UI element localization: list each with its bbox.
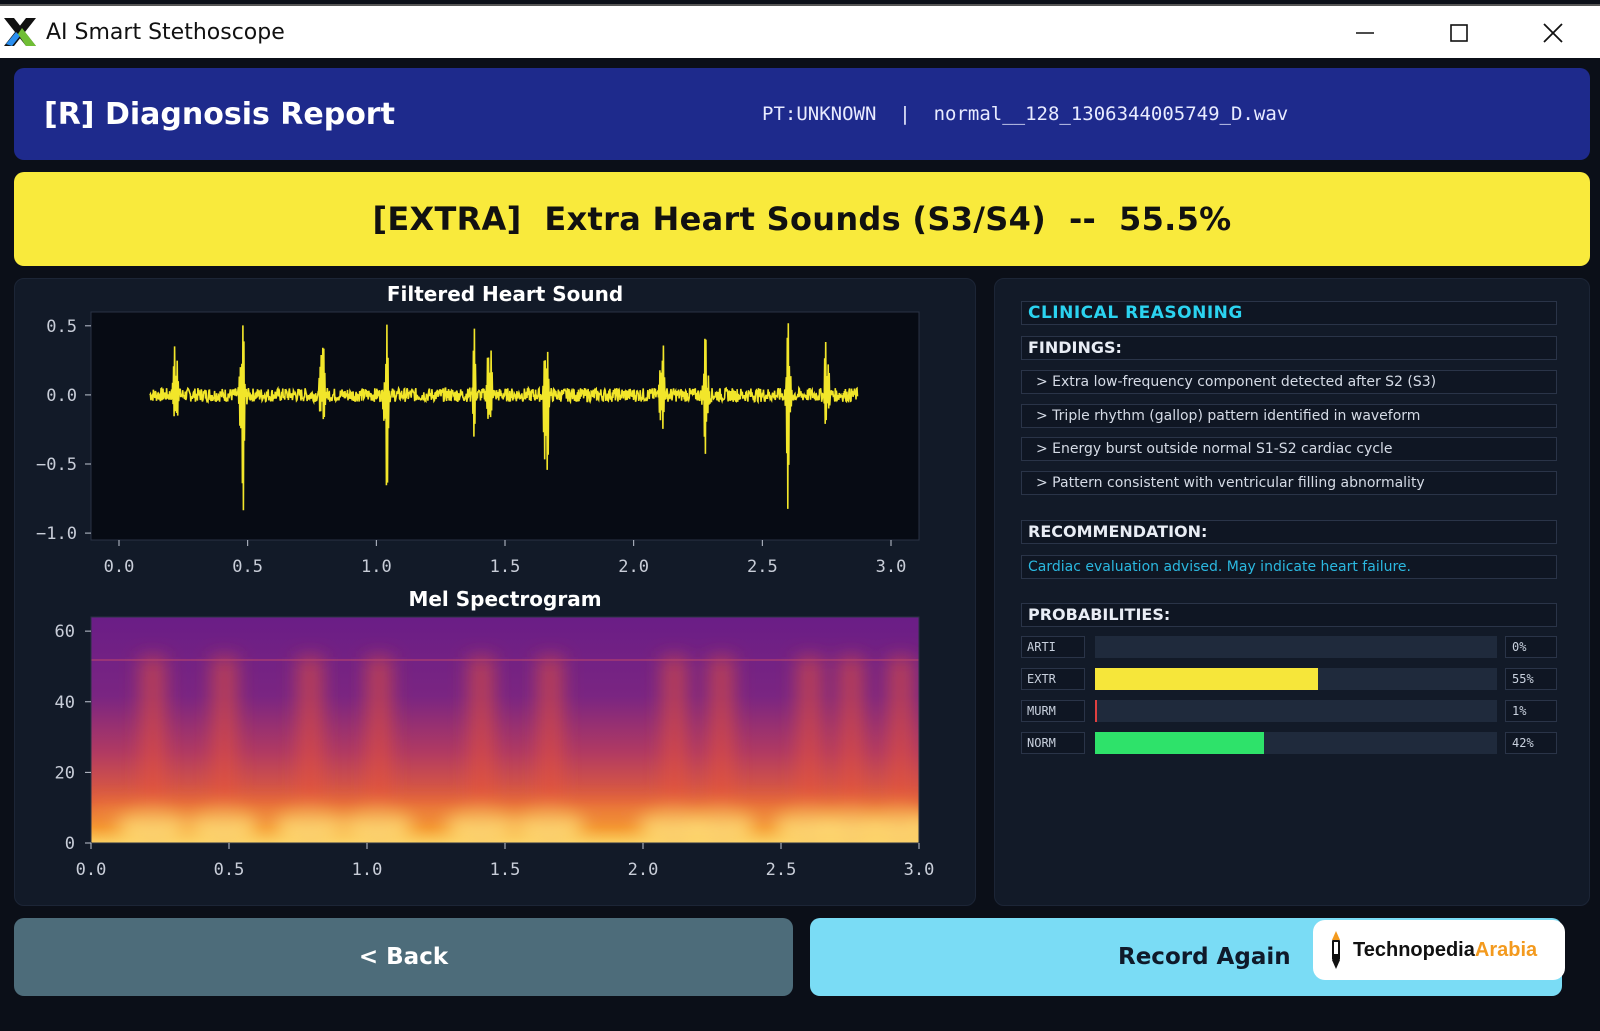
recommendation-title: RECOMMENDATION:	[1021, 520, 1557, 544]
close-icon	[1543, 23, 1563, 43]
probability-label: MURM	[1021, 700, 1085, 722]
probability-bar-track	[1095, 732, 1497, 754]
window-controls	[1318, 6, 1600, 60]
waveform-ytick-label: −1.0	[36, 524, 77, 544]
probability-row-murm: MURM 1%	[1021, 700, 1557, 722]
watermark-logo: TechnopediaArabia	[1313, 920, 1565, 980]
spectrogram-xtick-label: 0.0	[76, 860, 107, 880]
report-header: [R] Diagnosis Report PT:UNKNOWN | normal…	[14, 68, 1590, 160]
spectrogram-heatmap	[91, 617, 919, 843]
app-content: [R] Diagnosis Report PT:UNKNOWN | normal…	[0, 58, 1600, 1031]
probability-bar-track	[1095, 668, 1497, 690]
waveform-xtick-label: 0.0	[104, 557, 135, 577]
spectrogram-xtick-label: 2.5	[766, 860, 797, 880]
spectrogram-xtick-label: 1.5	[490, 860, 521, 880]
minimize-button[interactable]	[1318, 6, 1412, 60]
spectrogram-ytick-label: 20	[55, 763, 75, 783]
waveform-xtick-label: 2.0	[618, 557, 649, 577]
close-button[interactable]	[1506, 6, 1600, 60]
spectrogram-ytick-label: 40	[55, 693, 75, 713]
waveform-axes	[90, 311, 920, 541]
waveform-ytick-label: −0.5	[36, 455, 77, 475]
probability-label: EXTR	[1021, 668, 1085, 690]
probability-bar-track	[1095, 636, 1497, 658]
spectrogram-xtick-label: 3.0	[904, 860, 935, 880]
diagnosis-banner: [EXTRA] Extra Heart Sounds (S3/S4) -- 55…	[14, 172, 1590, 266]
finding-item: > Pattern consistent with ventricular fi…	[1021, 471, 1557, 495]
plots-panel: Filtered Heart Sound 0.5 0.0 −0.5 −1.0 0.0 0…	[14, 278, 976, 906]
probability-value: 0%	[1505, 636, 1557, 658]
probabilities-title: PROBABILITIES:	[1021, 603, 1557, 627]
probability-value: 55%	[1505, 668, 1557, 690]
probability-label: ARTI	[1021, 636, 1085, 658]
plots-canvas: Filtered Heart Sound 0.50.0−0.5−1.0 0.0 0…	[36, 282, 935, 880]
window-title: AI Smart Stethoscope	[46, 19, 285, 45]
minimize-icon	[1356, 32, 1374, 34]
waveform-xtick-label: 3.0	[876, 557, 907, 577]
back-button[interactable]: < Back	[14, 918, 793, 996]
probability-label: NORM	[1021, 732, 1085, 754]
waveform-ytick-label: 0.0	[46, 386, 77, 406]
patient-file-info: PT:UNKNOWN | normal__128_1306344005749_D…	[762, 103, 1289, 125]
waveform-ytick-label: 0.5	[46, 317, 77, 337]
waveform-xtick-label: 0.5	[232, 557, 263, 577]
waveform-xtick-label: 2.5	[747, 557, 778, 577]
page-title: [R] Diagnosis Report	[44, 96, 395, 132]
waveform-title: Filtered Heart Sound	[387, 282, 623, 306]
spectrogram-xtick-label: 0.5	[214, 860, 245, 880]
finding-item: > Energy burst outside normal S1-S2 card…	[1021, 437, 1557, 461]
waveform-xtick-label: 1.5	[490, 557, 521, 577]
waveform-xtick-label: 1.0	[361, 557, 392, 577]
window-titlebar: AI Smart Stethoscope	[0, 4, 1600, 58]
clinical-reasoning-title: CLINICAL REASONING	[1021, 301, 1557, 325]
maximize-icon	[1450, 24, 1468, 42]
finding-item: > Triple rhythm (gallop) pattern identif…	[1021, 404, 1557, 428]
probability-value: 1%	[1505, 700, 1557, 722]
maximize-button[interactable]	[1412, 6, 1506, 60]
spectrogram-xtick-label: 1.0	[352, 860, 383, 880]
recommendation-text: Cardiac evaluation advised. May indicate…	[1021, 555, 1557, 579]
clinical-reasoning-panel: CLINICAL REASONING FINDINGS: > Extra low…	[994, 278, 1590, 906]
spectrogram-ytick-label: 60	[55, 622, 75, 642]
probability-row-norm: NORM 42%	[1021, 732, 1557, 754]
probability-bar-fill	[1095, 700, 1098, 722]
probability-row-arti: ARTI 0%	[1021, 636, 1557, 658]
probability-bar-fill	[1095, 732, 1264, 754]
probability-bar-fill	[1095, 668, 1319, 690]
findings-title: FINDINGS:	[1021, 336, 1557, 360]
app-x-logo-icon	[2, 14, 38, 50]
pen-icon	[1332, 931, 1340, 969]
probability-value: 42%	[1505, 732, 1557, 754]
finding-item: > Extra low-frequency component detected…	[1021, 370, 1557, 394]
spectrogram-ytick-label: 0	[65, 834, 75, 854]
spectrogram-xtick-label: 2.0	[628, 860, 659, 880]
probability-row-extr: EXTR 55%	[1021, 668, 1557, 690]
spectrogram-title: Mel Spectrogram	[408, 587, 601, 611]
watermark-text: TechnopediaArabia	[1353, 938, 1538, 961]
probability-bar-track	[1095, 700, 1497, 722]
